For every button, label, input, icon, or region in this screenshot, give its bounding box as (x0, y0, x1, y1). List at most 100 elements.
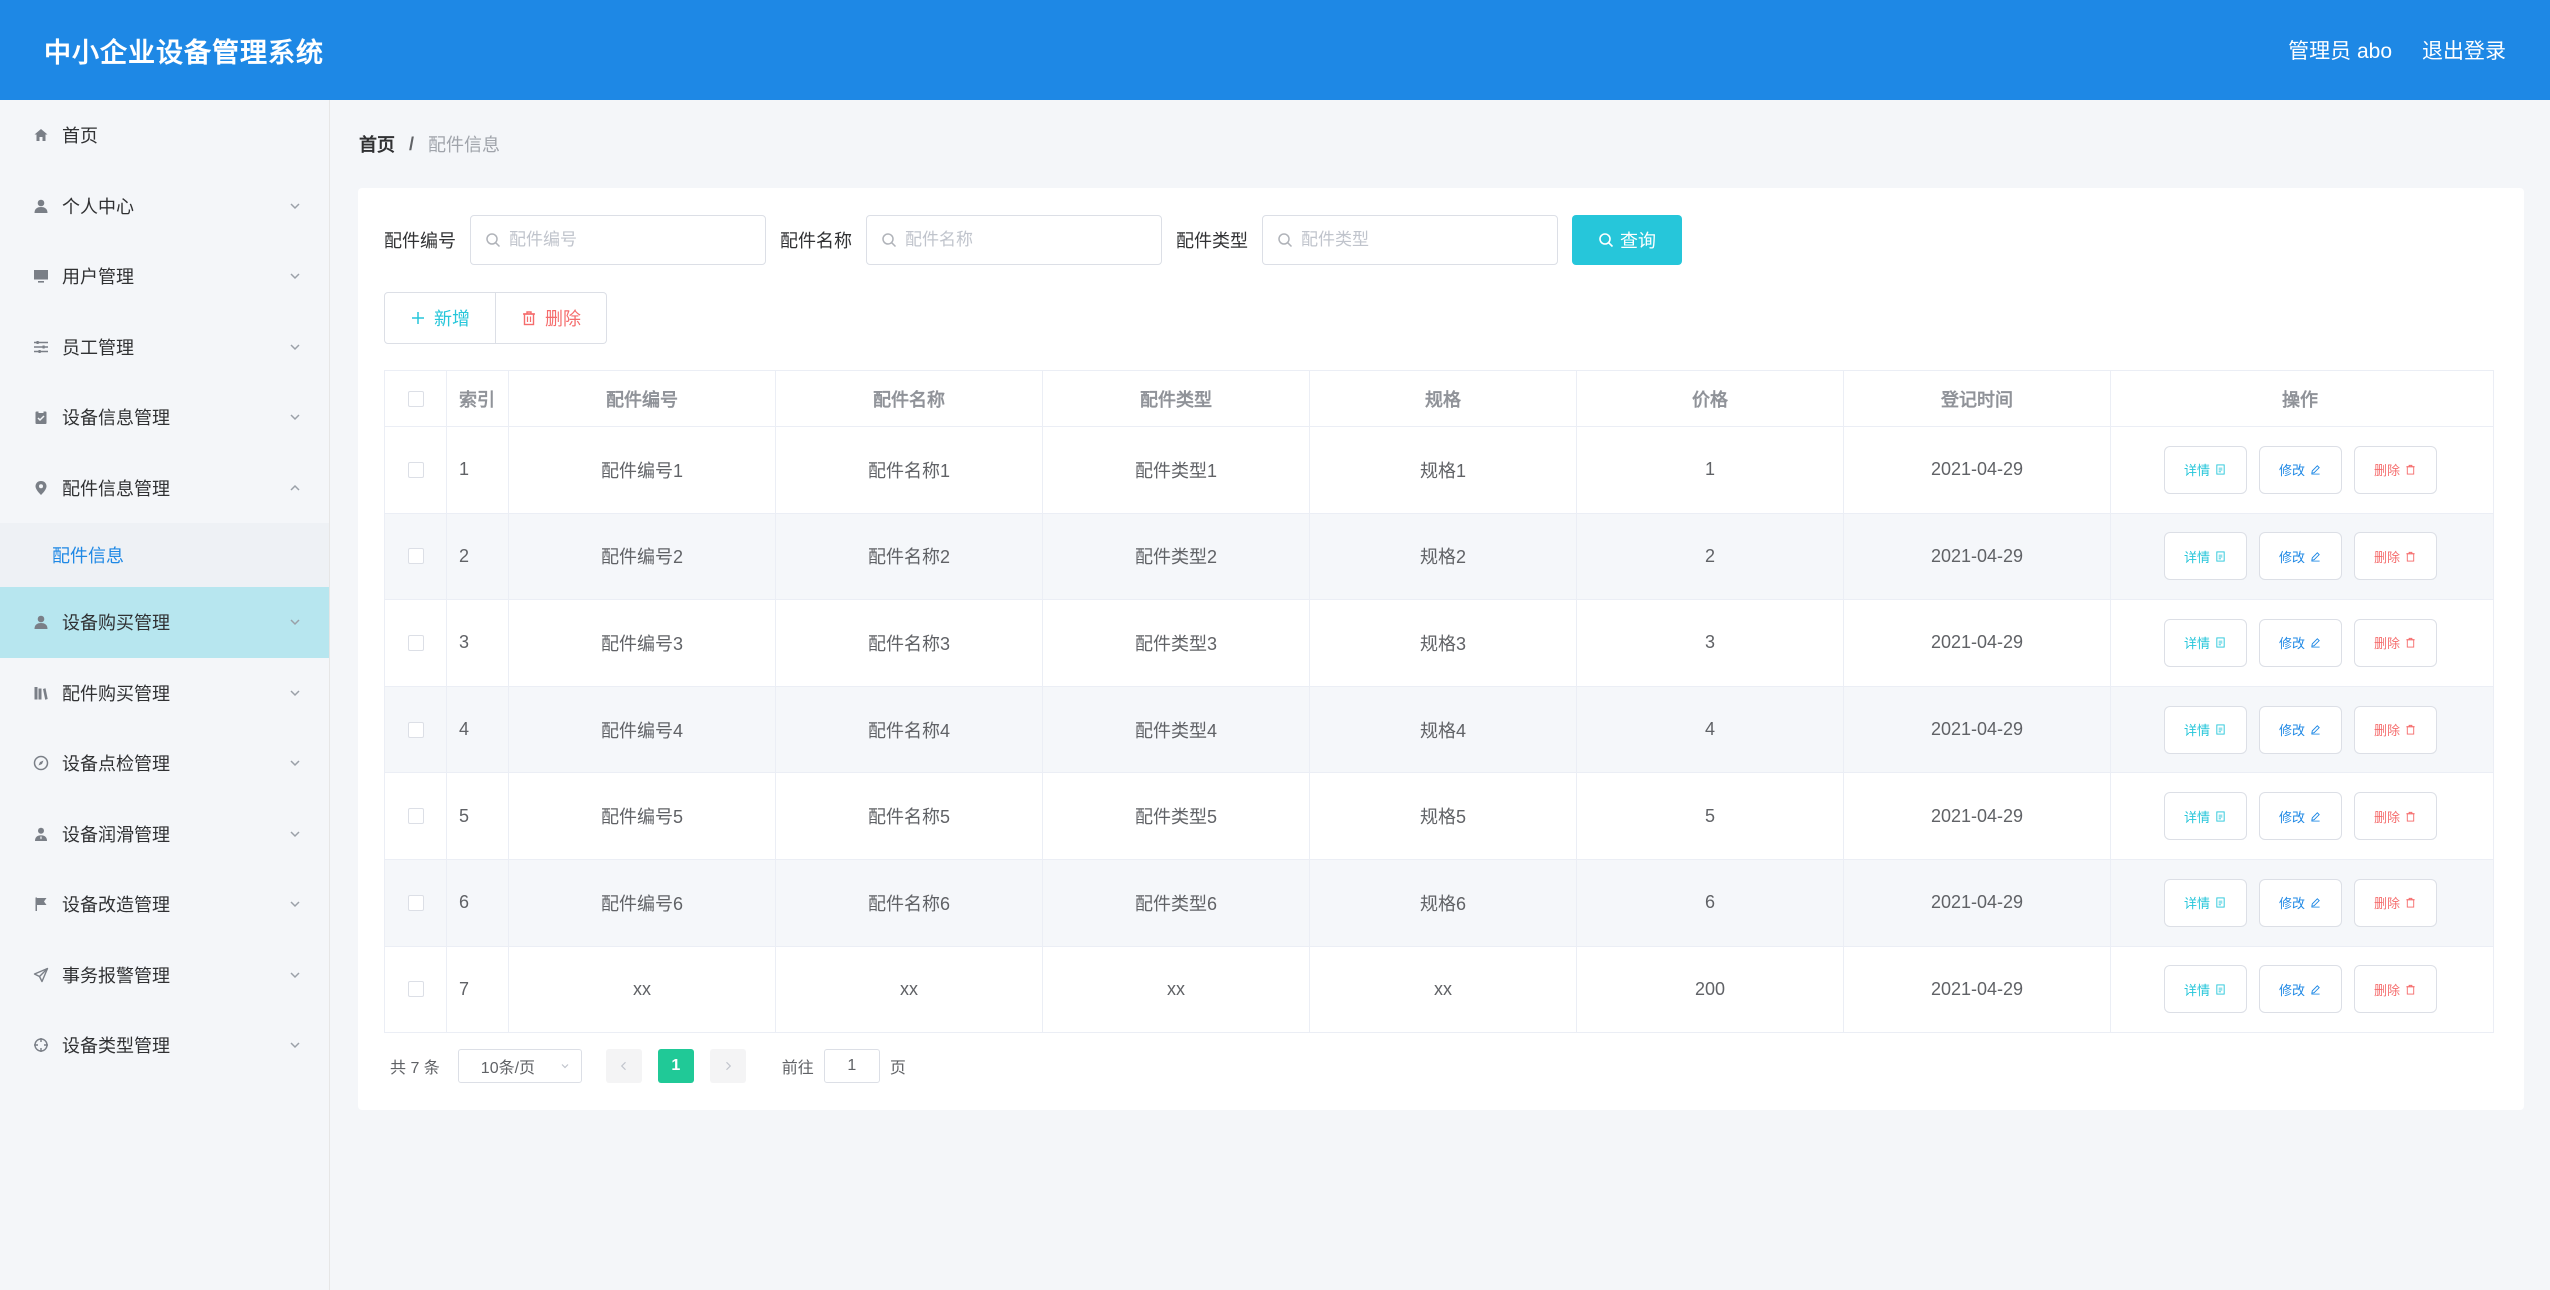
edit-button[interactable]: 修改 (2258, 445, 2342, 494)
page-number-current[interactable]: 1 (657, 1049, 694, 1083)
breadcrumb-current: 配件信息 (428, 135, 501, 155)
goto-page-input[interactable] (823, 1049, 880, 1083)
cell-actions: 详情 修改 删除 (2111, 947, 2489, 1033)
page-size-select[interactable]: 10条/页 (457, 1049, 582, 1083)
delete-button[interactable]: 删除 (2353, 965, 2437, 1014)
edit-button[interactable]: 修改 (2258, 792, 2342, 841)
trash-icon (2406, 465, 2415, 475)
detail-button-label: 详情 (2183, 463, 2210, 479)
breadcrumb-home[interactable]: 首页 (359, 131, 395, 157)
detail-button[interactable]: 详情 (2163, 618, 2247, 667)
sidebar-item-personal-center[interactable]: 个人中心 (0, 171, 329, 242)
delete-button[interactable]: 删除 (2353, 532, 2437, 581)
row-checkbox[interactable] (407, 721, 424, 738)
edit-button-label: 修改 (2278, 463, 2305, 479)
edit-button[interactable]: 修改 (2258, 965, 2342, 1014)
row-checkbox[interactable] (407, 894, 424, 911)
part-name-field[interactable] (866, 215, 1162, 265)
query-button[interactable]: 查询 (1572, 215, 1682, 265)
row-checkbox[interactable] (407, 548, 424, 565)
document-icon (2216, 897, 2225, 908)
detail-button-label: 详情 (2183, 896, 2210, 912)
table-body: 1 配件编号1 配件名称1 配件类型1 规格1 1 2021-04-29 详情 修改 删除 2 配件编… (385, 427, 2493, 1034)
edit-button[interactable]: 修改 (2258, 878, 2342, 927)
detail-button[interactable]: 详情 (2163, 878, 2247, 927)
detail-button[interactable]: 详情 (2163, 705, 2247, 754)
edit-button-label: 修改 (2278, 549, 2305, 565)
row-checkbox[interactable] (407, 981, 424, 998)
cell-spec: 规格1 (1310, 427, 1577, 513)
cell-spec: 规格2 (1310, 513, 1577, 600)
add-button[interactable]: 新增 (384, 292, 496, 344)
detail-button[interactable]: 详情 (2163, 792, 2247, 841)
edit-icon (2311, 638, 2320, 648)
sidebar-item-alarm-management[interactable]: 事务报警管理 (0, 940, 329, 1011)
total-count: 共 7 条 (390, 1060, 440, 1077)
row-checkbox[interactable] (407, 461, 424, 478)
cell-type: xx (1043, 946, 1310, 1033)
sidebar-item-device-lubrication[interactable]: 设备润滑管理 (0, 799, 329, 870)
delete-button[interactable]: 删除 (2353, 705, 2437, 754)
batch-delete-button[interactable]: 删除 (496, 292, 607, 344)
document-icon (2216, 724, 2225, 735)
row-checkbox[interactable] (407, 634, 424, 651)
edit-button[interactable]: 修改 (2258, 705, 2342, 754)
next-page-button[interactable] (709, 1049, 746, 1083)
delete-button[interactable]: 删除 (2353, 618, 2437, 667)
sidebar-item-device-type[interactable]: 设备类型管理 (0, 1010, 329, 1081)
detail-button[interactable]: 详情 (2163, 965, 2247, 1014)
sidebar-item-user-management[interactable]: 用户管理 (0, 241, 329, 312)
table-header: 索引 配件编号 配件名称 配件类型 规格 价格 登记时间 操作 (385, 371, 2493, 427)
part-type-label: 配件类型 (1176, 231, 1248, 251)
chevron-down-icon (290, 690, 300, 696)
sidebar-item-part-info[interactable]: 配件信息管理 (0, 453, 329, 524)
sidebar-item-label: 设备购买管理 (62, 613, 170, 634)
top-header: 中小企业设备管理系统 管理员 abo 退出登录 (0, 0, 2550, 100)
user-tie-icon (30, 823, 52, 845)
delete-button[interactable]: 删除 (2353, 445, 2437, 494)
submenu-item-part-info[interactable]: 配件信息 (0, 523, 329, 587)
sidebar-item-device-purchase[interactable]: 设备购买管理 (0, 587, 329, 658)
chevron-left-icon (620, 1061, 626, 1071)
cell-index: 1 (447, 427, 509, 513)
sidebar-item-part-purchase[interactable]: 配件购买管理 (0, 658, 329, 729)
header-select-cell (385, 371, 447, 426)
cell-name: 配件名称3 (776, 600, 1043, 686)
part-type-input[interactable] (1301, 230, 1541, 250)
sidebar-item-staff-management[interactable]: 员工管理 (0, 312, 329, 383)
cell-spec: xx (1310, 946, 1577, 1033)
edit-button[interactable]: 修改 (2258, 618, 2342, 667)
edit-button-label: 修改 (2278, 723, 2305, 739)
part-type-field[interactable] (1262, 215, 1558, 265)
chevron-up-icon (290, 484, 300, 491)
delete-button[interactable]: 删除 (2353, 878, 2437, 927)
cell-code: 配件编号2 (509, 513, 776, 600)
table-row: 1 配件编号1 配件名称1 配件类型1 规格1 1 2021-04-29 详情 修改 删除 (385, 427, 2493, 514)
logout-link[interactable]: 退出登录 (2422, 35, 2506, 65)
prev-page-button[interactable] (605, 1049, 642, 1083)
sidebar-item-home[interactable]: 首页 (0, 100, 329, 171)
sidebar-item-device-inspection[interactable]: 设备点检管理 (0, 728, 329, 799)
delete-button-label: 删除 (2373, 723, 2400, 739)
cell-name: 配件名称2 (776, 513, 1043, 600)
cell-actions: 详情 修改 删除 (2111, 514, 2489, 600)
main-content: 首页 / 配件信息 配件编号 配件名称 配件类型 查询 (358, 100, 2524, 1110)
chevron-down-icon (290, 344, 300, 350)
page-size-value: 10条/页 (480, 1060, 536, 1077)
table-row: 4 配件编号4 配件名称4 配件类型4 规格4 4 2021-04-29 详情 修改 删除 (385, 686, 2493, 774)
edit-button[interactable]: 修改 (2258, 532, 2342, 581)
select-all-checkbox[interactable] (407, 390, 424, 407)
cell-type: 配件类型4 (1043, 686, 1310, 773)
row-checkbox[interactable] (407, 808, 424, 825)
delete-button[interactable]: 删除 (2353, 792, 2437, 841)
detail-button[interactable]: 详情 (2163, 532, 2247, 581)
part-name-input[interactable] (905, 230, 1145, 250)
part-code-field[interactable] (470, 215, 766, 265)
sidebar-item-device-modification[interactable]: 设备改造管理 (0, 869, 329, 940)
part-code-input[interactable] (509, 230, 749, 250)
sidebar-item-device-info[interactable]: 设备信息管理 (0, 382, 329, 453)
detail-button[interactable]: 详情 (2163, 445, 2247, 494)
trash-icon (2406, 551, 2415, 562)
delete-button-label: 删除 (2373, 896, 2400, 912)
sidebar-item-label: 员工管理 (62, 337, 134, 358)
